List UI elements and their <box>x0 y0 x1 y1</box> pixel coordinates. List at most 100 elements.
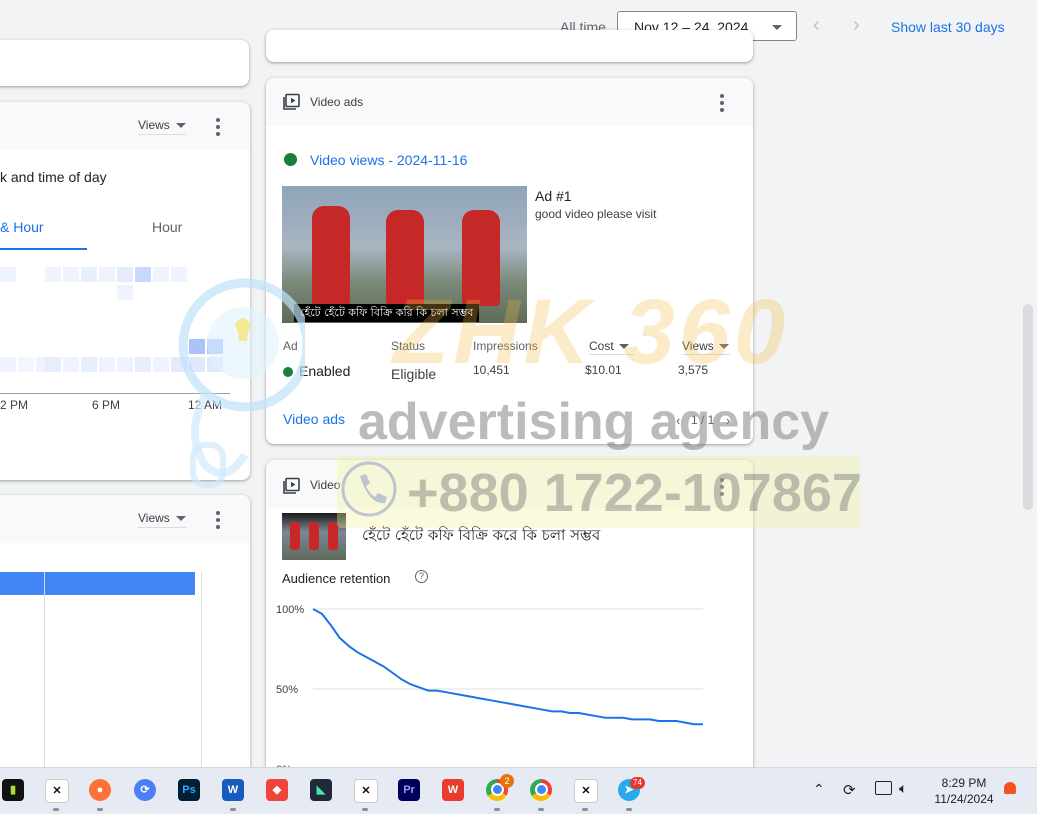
column-header: Impressions <box>473 339 538 353</box>
tab-hour[interactable]: Hour <box>152 219 182 235</box>
x-tick-label: 6 PM <box>92 398 121 412</box>
card-title: Video <box>310 478 341 492</box>
heatmap-cell <box>189 339 205 354</box>
previous-period-icon[interactable]: ‹ <box>813 14 820 37</box>
views-bar-card: Views <box>0 495 250 785</box>
thumbnail-caption: হেঁটে হেঁটে কফি বিক্রি করি কি চলা সম্ভব <box>294 304 480 322</box>
running-indicator <box>494 808 500 811</box>
running-indicator <box>538 808 544 811</box>
y-tick-label: 50% <box>276 684 298 696</box>
more-options-icon[interactable] <box>720 94 724 115</box>
chevron-up-icon[interactable]: ⌃ <box>813 781 825 798</box>
heatmap-cell <box>81 357 97 372</box>
heatmap-cell <box>0 267 16 282</box>
video-ads-footer-link[interactable]: Video ads <box>283 411 345 427</box>
person-figure <box>290 522 300 550</box>
gridline <box>44 572 45 785</box>
premiere-icon[interactable]: Pr <box>398 779 420 801</box>
cost-sort-header[interactable]: Cost <box>589 339 629 353</box>
column-header: Status <box>391 339 426 353</box>
ad-eligibility: Eligible <box>391 366 437 382</box>
photoshop-icon[interactable]: Ps <box>178 779 200 801</box>
running-indicator <box>230 808 236 811</box>
video-ads-card: Video ads Video views - 2024-11-16 হেঁটে… <box>266 78 753 444</box>
views-sort-header[interactable]: Views <box>682 339 729 353</box>
sync-icon[interactable]: ⟳ <box>134 779 156 801</box>
heatmap-cell <box>117 285 133 300</box>
metric-dropdown[interactable]: Views <box>138 118 186 135</box>
capcut-icon[interactable]: ✕ <box>354 779 378 803</box>
video-library-icon <box>283 93 300 110</box>
heatmap-cell <box>45 357 61 372</box>
card-subtitle: k and time of day <box>0 169 107 185</box>
time-of-day-card: Views k and time of day & Hour Hour 2 PM… <box>0 102 250 480</box>
heatmap-cell <box>18 357 34 372</box>
capcut-icon[interactable]: ✕ <box>574 779 598 803</box>
tab-day-hour[interactable]: & Hour <box>0 219 44 235</box>
ad-status: Enabled <box>299 363 351 379</box>
more-options-icon[interactable] <box>720 478 724 499</box>
help-icon[interactable]: ? <box>415 570 428 583</box>
next-period-icon[interactable]: › <box>853 14 860 37</box>
enabled-status-dot <box>283 367 293 377</box>
video-thumbnail[interactable] <box>282 513 346 560</box>
chevron-down-icon <box>175 516 186 522</box>
sort-down-icon <box>718 344 729 350</box>
x-tick-label: 2 PM <box>0 398 29 412</box>
capcut-icon[interactable]: ✕ <box>45 779 69 803</box>
sort-down-icon <box>618 344 629 350</box>
heatmap-cell <box>171 267 187 282</box>
heatmap-cell <box>0 357 16 372</box>
heatmap-cell <box>153 267 169 282</box>
chevron-left-icon[interactable]: ‹ <box>676 413 680 428</box>
word-icon[interactable]: W <box>222 779 244 801</box>
terminal-icon[interactable]: ▮ <box>2 779 24 801</box>
anydesk-icon[interactable]: ◆ <box>266 779 288 801</box>
running-indicator <box>582 808 588 811</box>
left-top-card <box>0 40 249 86</box>
notification-bell-icon[interactable] <box>1004 782 1016 794</box>
retention-chart: 100%50%0% <box>276 604 703 776</box>
gridline <box>201 572 202 785</box>
divider <box>589 354 634 355</box>
firefox-icon[interactable]: ● <box>89 779 111 801</box>
heatmap-cell <box>171 357 187 372</box>
app-icon[interactable]: ◣ <box>310 779 332 801</box>
status-dot <box>284 153 297 166</box>
scrollbar[interactable] <box>1023 304 1033 510</box>
heatmap-cell <box>189 357 205 372</box>
display-icon[interactable] <box>875 781 892 795</box>
impressions-value: 10,451 <box>473 363 510 377</box>
card-header <box>0 495 250 543</box>
video-title: হেঁটে হেঁটে কফি বিক্রি করে কি চলা সম্ভব <box>362 526 601 544</box>
wps-icon[interactable]: W <box>442 779 464 801</box>
retention-label: Audience retention <box>282 571 391 586</box>
more-options-icon[interactable] <box>216 118 220 139</box>
running-indicator <box>362 808 368 811</box>
campaign-link[interactable]: Video views - 2024-11-16 <box>310 152 467 168</box>
middle-top-card <box>266 30 753 62</box>
update-icon[interactable]: ⟳ <box>843 781 856 799</box>
retention-line <box>312 608 703 726</box>
chevron-right-icon[interactable]: › <box>726 413 730 428</box>
ad-thumbnail[interactable]: হেঁটে হেঁটে কফি বিক্রি করি কি চলা সম্ভব <box>282 186 527 323</box>
ad-description: good video please visit <box>535 207 657 221</box>
heatmap-cell <box>135 357 151 372</box>
ad-name: Ad #1 <box>535 188 572 204</box>
show-last-30-days-link[interactable]: Show last 30 days <box>891 19 1005 35</box>
views-value: 3,575 <box>678 363 709 377</box>
chevron-down-icon <box>772 25 782 30</box>
taskbar: ▮ ✕ ● ⟳ Ps W ◆ ◣ ✕ Pr W 2 ✕ ➤ 74 ⌃ ⟳ 🔈︎ … <box>0 767 1037 814</box>
video-library-icon <box>283 477 300 494</box>
clock-time[interactable]: 8:29 PM <box>928 776 1000 790</box>
card-header <box>0 102 250 150</box>
person-figure <box>309 522 319 550</box>
volume-icon[interactable]: 🔈︎ <box>899 780 907 797</box>
heatmap-cell <box>207 357 223 372</box>
more-options-icon[interactable] <box>216 511 220 532</box>
clock-date[interactable]: 11/24/2024 <box>928 792 1000 806</box>
heatmap-cell <box>153 357 169 372</box>
divider <box>682 354 730 355</box>
metric-dropdown[interactable]: Views <box>138 511 186 528</box>
chrome-profile-icon[interactable] <box>530 779 552 801</box>
